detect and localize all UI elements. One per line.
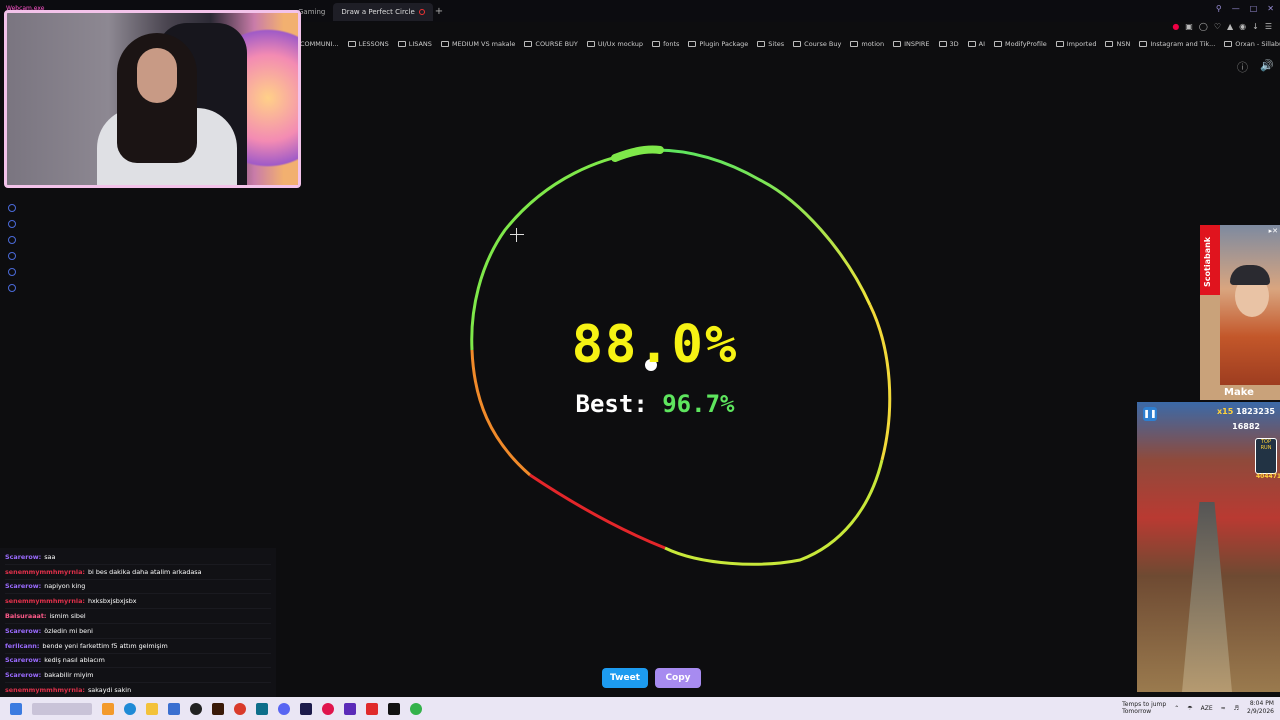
network-icon[interactable]: ☂	[1187, 705, 1192, 712]
chat-text: saa	[44, 552, 56, 561]
stream-chat: Scarerow: saa senemmymmhmyrnla: bi bes daki…	[0, 548, 276, 698]
volume-icon[interactable]: ♬	[1234, 705, 1239, 712]
chat-username[interactable]: Balsuraaat:	[5, 612, 46, 620]
start-icon[interactable]	[10, 702, 22, 715]
tweet-button[interactable]: Tweet	[602, 668, 648, 688]
circle-stroke-bottom	[664, 459, 884, 566]
chat-text: hxksbxjsbxjsbx	[87, 597, 137, 606]
close-icon[interactable]: ▸✕	[1269, 227, 1278, 235]
wifi-icon[interactable]: ≈	[1221, 705, 1226, 712]
taskbar: Temps to jump Tomorrow ⌃ ☂ AZE ≈ ♬ 8:04 …	[0, 697, 1280, 720]
ad-text: Make	[1224, 387, 1254, 398]
chat-message: senemmymmhmyrnla: bi bes dakika daha atal…	[5, 565, 271, 580]
chat-message: Scarerow: kediş nasıl ablacım	[5, 654, 271, 669]
clock[interactable]: 8:04 PM 2/9/2026	[1247, 700, 1274, 716]
chat-username[interactable]: senemmymmhmyrnla:	[5, 597, 85, 605]
accuracy-score: 88.0%	[571, 315, 739, 375]
chat-text: bende yeni farkettim f5 attım gelmişim	[42, 641, 168, 650]
chat-username[interactable]: Scarerow:	[5, 553, 41, 561]
vscode-icon[interactable]	[344, 702, 356, 715]
weather-title: Temps to jump	[1122, 701, 1167, 708]
discord-icon[interactable]	[278, 702, 290, 715]
time: 8:04 PM	[1249, 700, 1274, 707]
chat-text: bi bes dakika daha atalim arkadasa	[87, 567, 202, 576]
store-icon[interactable]	[168, 702, 180, 715]
best-score: Best: 96.7%	[455, 390, 855, 418]
subway-surfers-game: ❚❚ x15 1823235 16882 TOP RUN 404471	[1137, 402, 1280, 692]
record-icon[interactable]	[366, 702, 378, 715]
circle-start-mark	[611, 145, 664, 162]
chat-username[interactable]: Scarerow:	[5, 627, 41, 635]
score-multiplier: x15	[1217, 407, 1234, 416]
crosshair-cursor	[510, 228, 524, 242]
date: 2/9/2026	[1247, 708, 1274, 715]
chat-message: Scarerow: bakabilir miyim	[5, 668, 271, 684]
ad-brand: Scotiabank	[1203, 236, 1212, 287]
pause-button[interactable]: ❚❚	[1143, 407, 1157, 421]
ad-cap	[1230, 265, 1270, 285]
chevron-up-icon[interactable]: ⌃	[1174, 705, 1179, 712]
chat-message: ferilcann: bende yeni farkettim f5 attım …	[5, 639, 271, 654]
chat-text: sakaydi sakin	[87, 686, 132, 695]
chrome-icon[interactable]	[234, 702, 246, 715]
chat-message: senemmymmhmyrnla: hxksbxjsbxjsbx	[5, 594, 271, 610]
best-value: 96.7%	[662, 390, 735, 418]
chat-text: napiyon king	[44, 582, 86, 591]
chat-text: özledin mi beni	[44, 626, 93, 635]
chat-message: Balsuraaat: ismim sibel	[5, 609, 271, 624]
weather-widget[interactable]: Temps to jump Tomorrow	[1122, 701, 1166, 715]
top-run-label: TOP RUN	[1260, 439, 1272, 451]
chat-text: ismim sibel	[49, 612, 86, 621]
chat-message: Scarerow: saa	[5, 550, 271, 565]
chat-username[interactable]: senemmymmhmyrnla:	[5, 686, 85, 694]
chat-text: bakabilir miyim	[44, 671, 94, 680]
illustrator-icon[interactable]	[212, 702, 224, 715]
chat-username[interactable]: ferilcann:	[5, 642, 39, 650]
advertisement[interactable]: Scotiabank Make ▸✕	[1200, 225, 1280, 400]
chat-username[interactable]: Scarerow:	[5, 582, 41, 590]
aftereffects-icon[interactable]	[300, 702, 312, 715]
chat-username[interactable]: Scarerow:	[5, 671, 41, 679]
green-app-icon[interactable]	[410, 702, 422, 715]
best-label: Best:	[575, 390, 648, 418]
circle-stroke-right	[868, 304, 892, 461]
github-icon[interactable]	[190, 702, 202, 715]
fish-widget-icon[interactable]	[102, 702, 114, 715]
folder-icon[interactable]	[146, 702, 158, 715]
weather-sub: Tomorrow	[1122, 708, 1152, 715]
circle-stroke-top-right	[655, 148, 872, 306]
capcut-icon[interactable]	[388, 702, 400, 715]
chat-message: senemmymmhmyrnla: sakaydi sakin	[5, 683, 271, 698]
circle-stroke-bottom-left	[529, 473, 666, 550]
app-icon[interactable]	[256, 702, 268, 715]
opera-icon[interactable]	[322, 702, 334, 715]
language[interactable]: AZE	[1201, 705, 1213, 712]
chat-message: Scarerow: özledin mi beni	[5, 624, 271, 639]
chat-username[interactable]: senemmymmhmyrnla:	[5, 568, 85, 576]
edge-icon[interactable]	[124, 702, 136, 715]
game-score: 1823235	[1236, 407, 1275, 416]
chat-text: kediş nasıl ablacım	[44, 656, 105, 665]
top-run-value: 404471	[1256, 473, 1280, 480]
rail-track	[1182, 502, 1232, 692]
search-icon[interactable]	[32, 702, 92, 715]
chat-message: Scarerow: napiyon king	[5, 580, 271, 595]
system-tray: Temps to jump Tomorrow ⌃ ☂ AZE ≈ ♬ 8:04 …	[1122, 700, 1274, 716]
chat-username[interactable]: Scarerow:	[5, 656, 41, 664]
copy-button[interactable]: Copy	[655, 668, 701, 688]
top-run-badge: TOP RUN 404471	[1255, 438, 1280, 480]
coin-count: 16882	[1232, 422, 1260, 431]
webcam-title: Webcam.exe	[6, 5, 45, 12]
